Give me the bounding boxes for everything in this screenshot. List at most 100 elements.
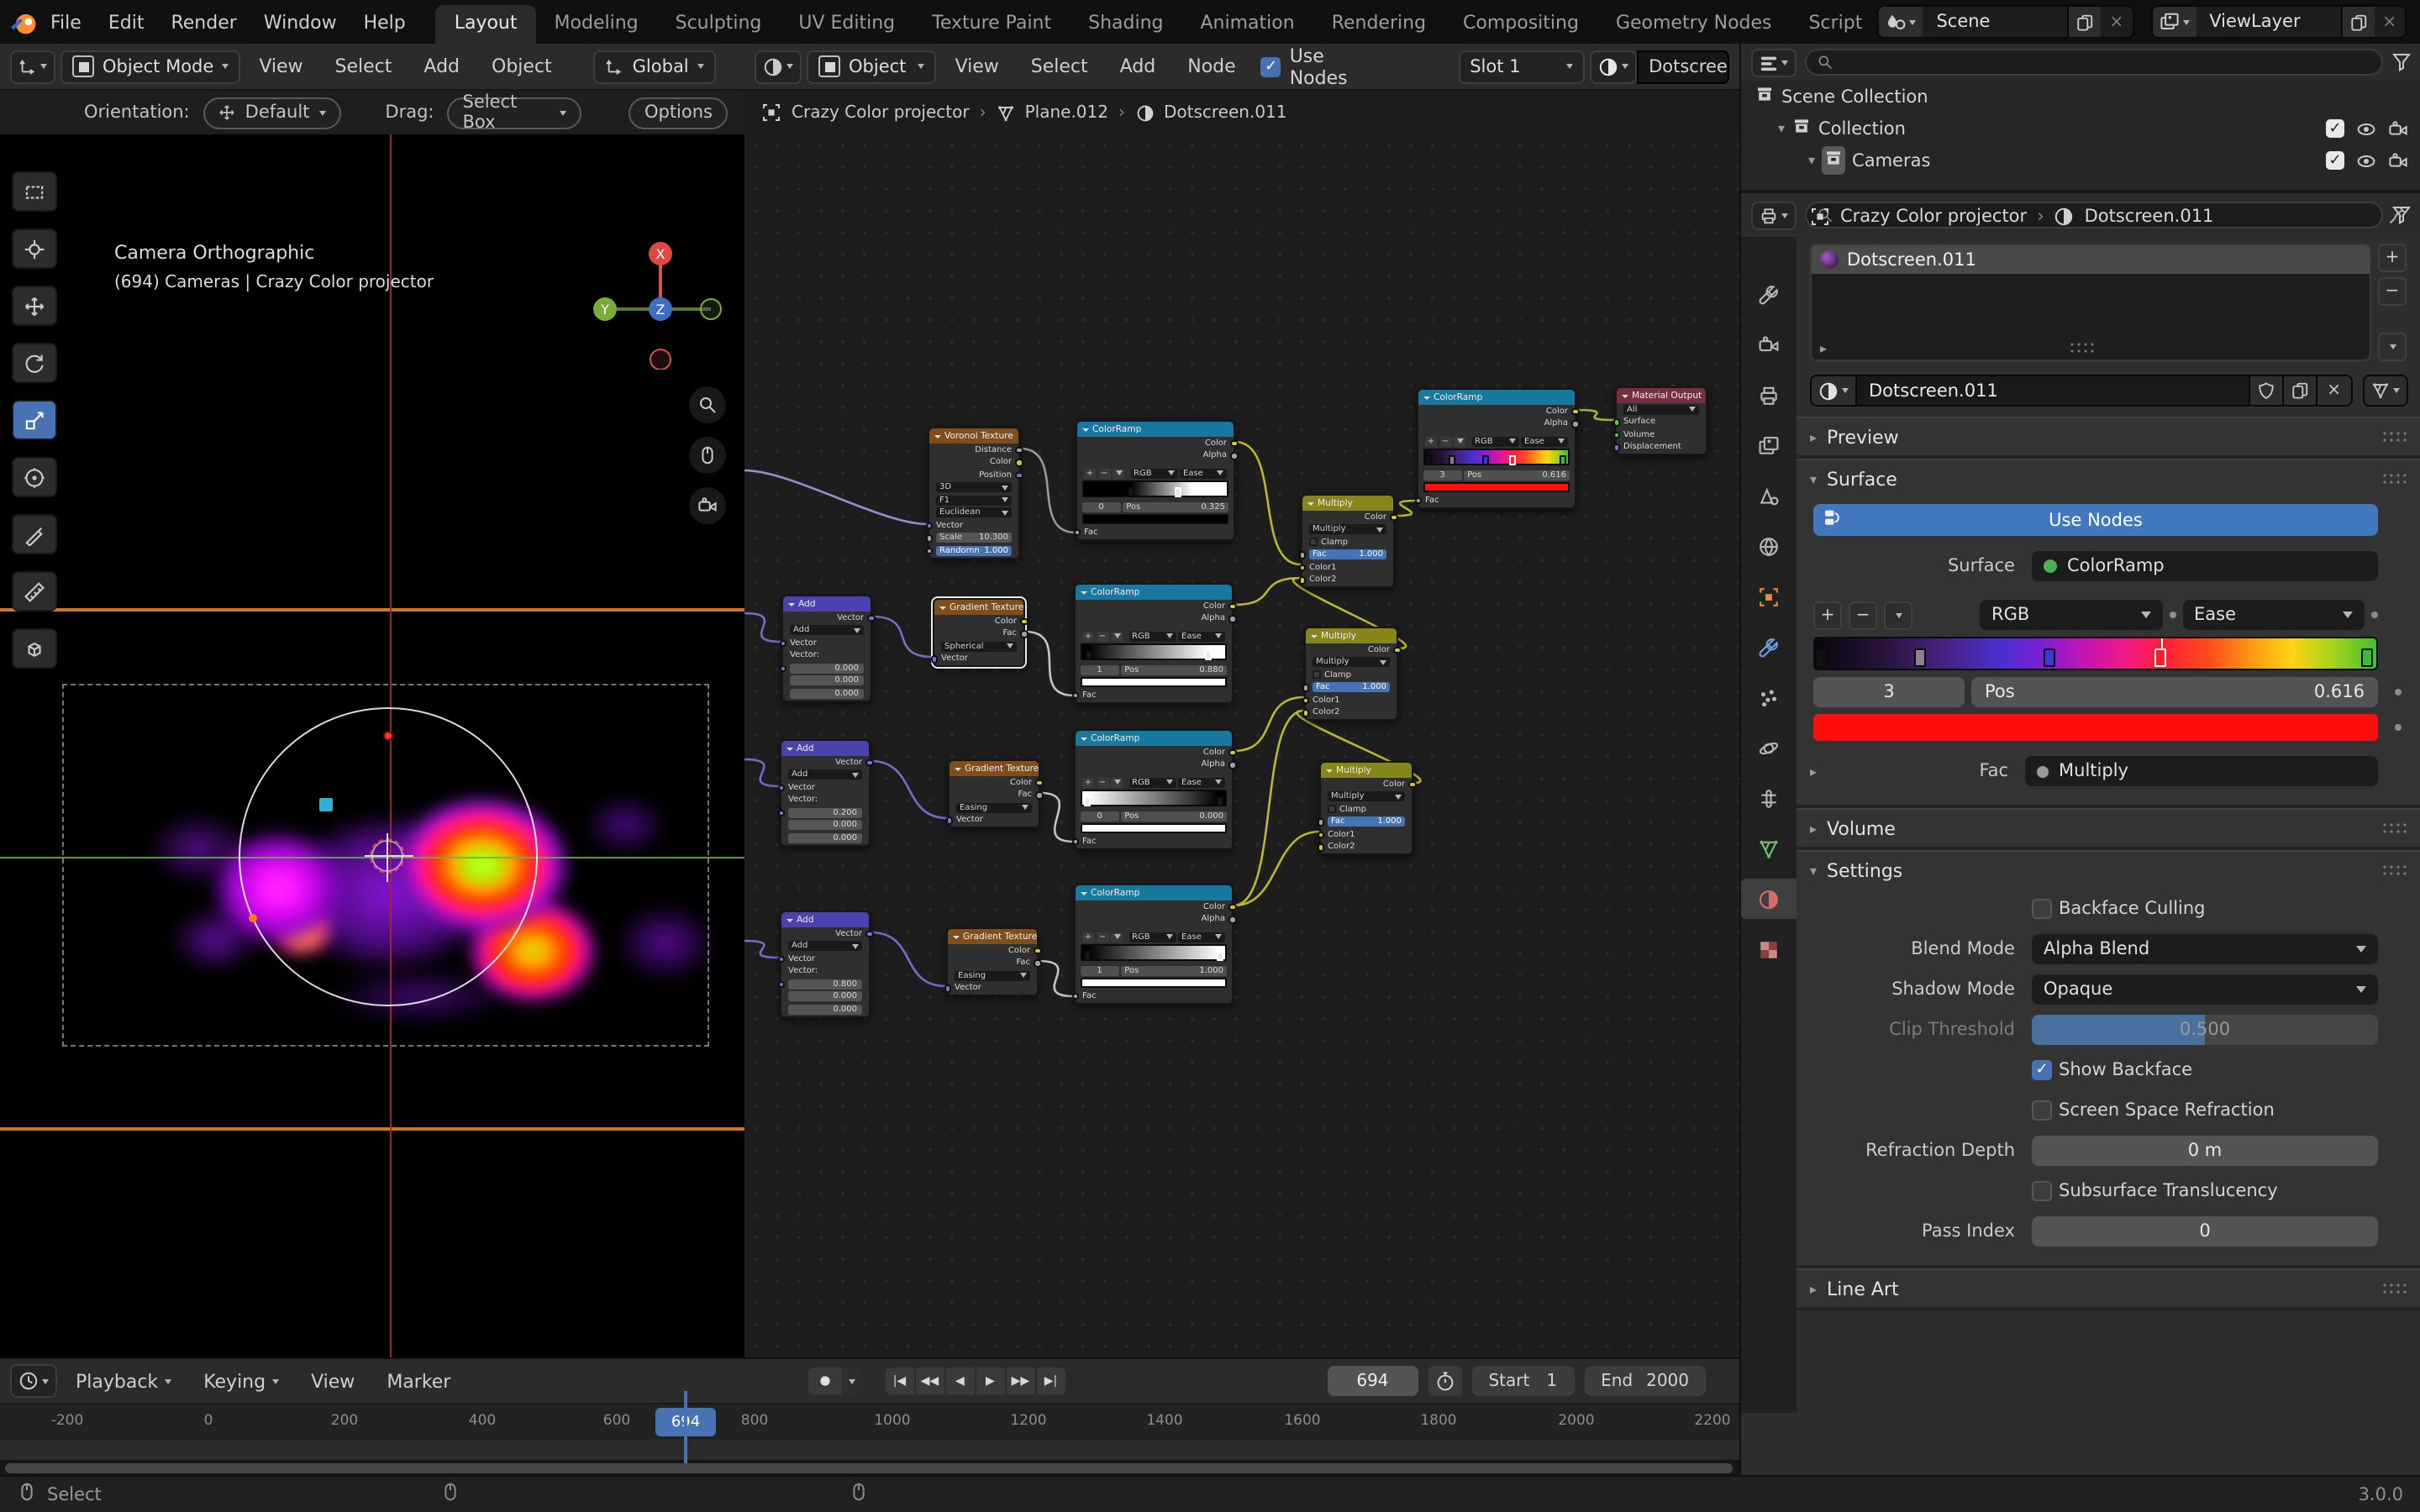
ramp-color-mode-select[interactable]: RGB (1471, 437, 1518, 447)
viewport-pan-button[interactable] (689, 437, 726, 474)
properties-tab-texture[interactable] (1741, 929, 1797, 969)
ramp-specials-button[interactable] (1113, 469, 1124, 479)
checkbox-unchecked[interactable] (2032, 1181, 2052, 1201)
properties-tab-viewlayer[interactable] (1741, 425, 1797, 465)
ramp-stop-handle[interactable] (1216, 796, 1223, 806)
ramp-stop-handle[interactable] (1449, 455, 1455, 465)
viewport-menu-add[interactable]: Add (410, 50, 473, 82)
menu-help[interactable]: Help (350, 6, 419, 38)
ramp-specials-button[interactable] (1111, 778, 1123, 788)
scene-selector[interactable]: Scene× (1877, 5, 2133, 39)
timeline-menu-view[interactable]: View (297, 1365, 368, 1397)
color-ramp-widget[interactable] (1082, 480, 1228, 497)
selectable-checkbox[interactable]: ✓ (2326, 151, 2344, 170)
ramp-remove-stop-button[interactable]: − (1097, 778, 1108, 788)
node-vector-add-3[interactable]: AddVectorAddVectorVector:0.8000.0000.000 (780, 911, 871, 1017)
ramp-color-mode-select[interactable]: RGB (1980, 600, 2162, 630)
editor-type-selector[interactable] (1751, 201, 1797, 229)
scene-new-button[interactable] (2067, 7, 2101, 37)
auto-key-button[interactable] (808, 1368, 861, 1394)
timeline-menu-marker[interactable]: Marker (373, 1365, 464, 1397)
ramp-stop-position-field[interactable]: Pos1.000 (1121, 966, 1227, 976)
properties-tab-output[interactable] (1741, 375, 1797, 415)
viewport-menu-view[interactable]: View (245, 50, 316, 82)
input-socket[interactable] (925, 534, 933, 542)
node-multiply-2[interactable]: MultiplyColorMultiplyClampFac1.000Color1… (1304, 627, 1398, 721)
output-socket[interactable] (1393, 646, 1401, 654)
ramp-interpolation-select[interactable]: Ease (1521, 437, 1568, 447)
node-enum-select[interactable]: Add (790, 626, 864, 636)
color-ramp-widget[interactable] (1423, 449, 1570, 465)
orientation-default-selector[interactable]: Default (203, 97, 342, 129)
node-enum-select[interactable]: Add (788, 942, 862, 952)
menu-edit[interactable]: Edit (95, 6, 158, 38)
ramp-interpolation-select[interactable]: Ease (2182, 600, 2365, 630)
input-socket[interactable] (1071, 691, 1079, 699)
vector-component-field[interactable]: 0.000 (788, 1005, 862, 1015)
output-socket[interactable] (1015, 471, 1023, 479)
section-grip[interactable] (2381, 864, 2408, 877)
expander-icon[interactable]: ▾ (1808, 153, 1815, 168)
output-socket[interactable] (1020, 617, 1028, 625)
ramp-stop-index-field[interactable]: 0 (1081, 811, 1118, 822)
input-socket[interactable] (779, 639, 786, 647)
new-material-button[interactable] (2283, 375, 2317, 407)
input-socket[interactable] (1298, 576, 1306, 584)
play-button[interactable]: ▶ (976, 1368, 1004, 1394)
ramp-stop-color-swatch[interactable] (1082, 514, 1228, 524)
properties-tab-material[interactable] (1741, 879, 1797, 919)
tool-move-button[interactable] (12, 286, 57, 326)
ramp-stop-handle[interactable] (1915, 648, 1927, 667)
input-socket[interactable] (1302, 709, 1309, 717)
tab-sculpting[interactable]: Sculpting (657, 5, 781, 44)
ramp-stop-color-swatch[interactable] (1423, 482, 1570, 492)
ramp-interpolation-select[interactable]: Ease (1178, 932, 1225, 942)
frame-end-field[interactable]: End2000 (1584, 1366, 1706, 1396)
tab-texture-paint[interactable]: Texture Paint (913, 5, 1070, 44)
transform-orientation-selector[interactable]: Global (594, 50, 716, 83)
input-socket[interactable] (945, 816, 953, 824)
tab-modeling[interactable]: Modeling (536, 5, 657, 44)
output-socket[interactable] (865, 759, 873, 766)
ramp-stop-index-field[interactable]: 3 (1423, 470, 1461, 480)
use-preview-range-button[interactable] (1428, 1366, 1461, 1396)
node-vector-add-1[interactable]: AddVectorAddVectorVector:0.0000.0000.000 (781, 595, 872, 701)
viewlayer-browse-button[interactable] (2152, 7, 2196, 37)
tool-add-cube-button[interactable] (12, 628, 57, 669)
output-socket[interactable] (867, 614, 875, 622)
ramp-stop-index-field[interactable]: 0 (1082, 502, 1120, 512)
vector-component-field[interactable]: 0.000 (788, 821, 862, 831)
node-voronoi-texture[interactable]: Voronoi TextureDistanceColorPosition3DF1… (928, 427, 1020, 559)
ramp-interpolation-select[interactable]: Ease (1180, 469, 1227, 479)
node-value-slider[interactable]: Randomn1.000 (936, 546, 1012, 556)
ramp-add-stop-button[interactable]: + (1425, 437, 1437, 447)
outliner-row-collection[interactable]: ▾Collection✓ (1741, 113, 2420, 144)
output-socket[interactable] (865, 930, 873, 937)
ramp-specials-button[interactable] (1111, 632, 1123, 642)
output-socket[interactable] (1034, 947, 1041, 954)
ramp-interpolation-select[interactable]: Ease (1178, 778, 1225, 788)
drag-selector[interactable]: Select Box (448, 97, 582, 129)
input-socket[interactable] (1612, 431, 1620, 438)
input-socket[interactable] (1317, 831, 1324, 838)
pin-id-button[interactable] (2388, 204, 2408, 229)
node-enum-select[interactable]: Multiply (1328, 792, 1405, 802)
slider-clip-threshold[interactable]: 0.500 (2032, 1015, 2378, 1045)
ramp-stop-color-swatch[interactable] (1081, 677, 1227, 687)
editor-type-selector[interactable] (10, 1364, 57, 1398)
surface-shader-selector[interactable]: ColorRamp (2032, 551, 2378, 581)
ramp-stop-handle[interactable] (1086, 650, 1093, 660)
tab-animation[interactable]: Animation (1182, 5, 1313, 44)
properties-tab-particles[interactable] (1741, 677, 1797, 717)
breadcrumb-material[interactable]: Dotscreen.011 (2085, 207, 2214, 227)
scene-browse-button[interactable] (1879, 7, 1923, 37)
material-slot-item[interactable]: Dotscreen.011 (1812, 245, 2370, 274)
viewport-menu-select[interactable]: Select (322, 50, 406, 82)
node-value-slider[interactable]: Fac1.000 (1309, 550, 1386, 560)
output-socket[interactable] (1408, 780, 1416, 788)
timeline-menu-playback[interactable]: Playback (62, 1365, 185, 1397)
input-socket[interactable] (777, 955, 785, 963)
viewlayer-name[interactable]: ViewLayer (2209, 12, 2300, 32)
output-socket[interactable] (1228, 602, 1236, 610)
ramp-add-stop-button[interactable]: + (1082, 632, 1094, 642)
